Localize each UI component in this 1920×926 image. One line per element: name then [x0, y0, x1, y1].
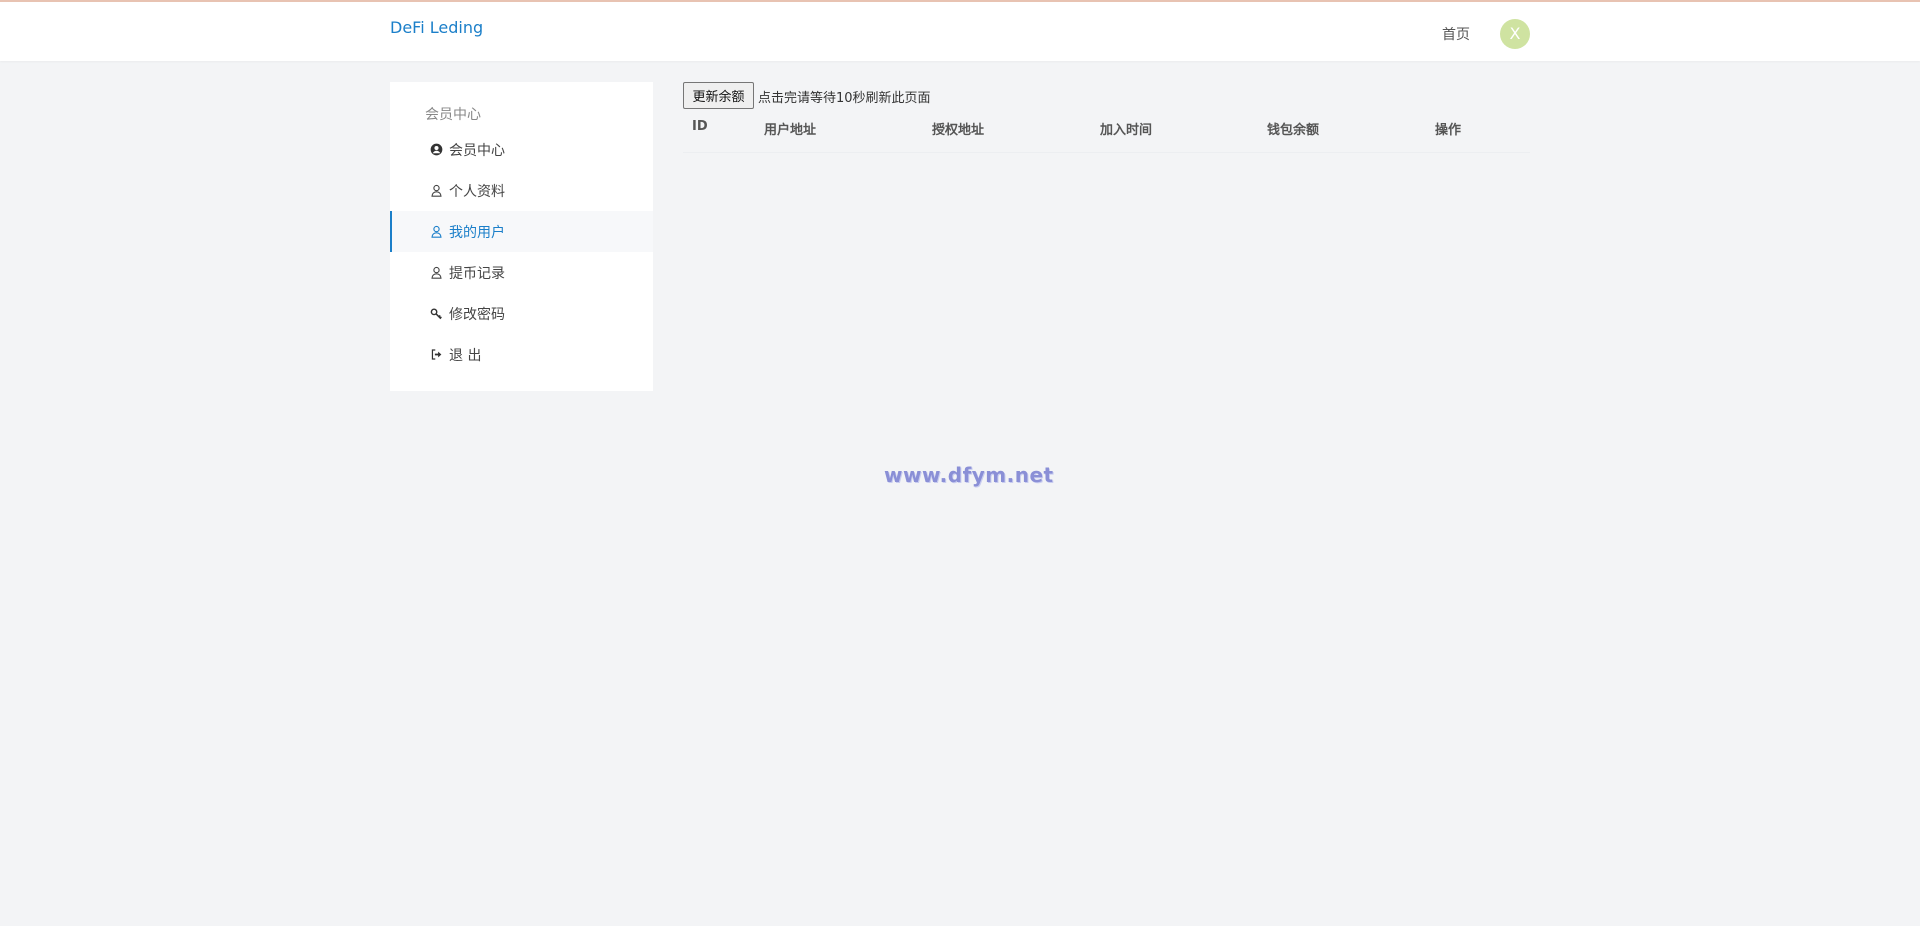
sidebar: 会员中心 会员中心 个人资料 我的用户 提币记录 修改密码 退 出 [390, 82, 653, 391]
sidebar-item-label: 我的用户 [449, 224, 505, 241]
refresh-balance-button[interactable]: 更新余额 [683, 82, 754, 109]
brand-link[interactable]: DeFi Leding [390, 18, 483, 37]
sidebar-title: 会员中心 [425, 107, 481, 123]
watermark: www.dfym.net [884, 463, 1054, 487]
sidebar-item-label: 退 出 [449, 347, 482, 364]
refresh-note: 点击完请等待10秒刷新此页面 [758, 91, 931, 106]
user-circle-icon [429, 142, 444, 157]
user-icon [429, 183, 444, 198]
sign-out-icon [429, 347, 444, 362]
sidebar-item-label: 修改密码 [449, 306, 505, 323]
column-header-id: ID [692, 119, 708, 134]
column-header-wallet-balance: 钱包余额 [1267, 123, 1320, 138]
sidebar-item-label: 会员中心 [449, 142, 505, 159]
sidebar-item-label: 提币记录 [449, 265, 505, 282]
sidebar-item-change-password[interactable]: 修改密码 [390, 293, 653, 334]
avatar[interactable]: X [1500, 19, 1530, 49]
key-icon [429, 306, 444, 321]
sidebar-item-withdraw-records[interactable]: 提币记录 [390, 252, 653, 293]
sidebar-item-label: 个人资料 [449, 183, 505, 200]
top-navbar: DeFi Leding 首页 X [0, 0, 1920, 61]
column-header-user-address: 用户地址 [764, 123, 817, 138]
user-icon [429, 224, 444, 239]
sidebar-item-my-users[interactable]: 我的用户 [390, 211, 653, 252]
users-table-header: ID 用户地址 授权地址 加入时间 钱包余额 操作 [683, 116, 1530, 153]
sidebar-item-logout[interactable]: 退 出 [390, 334, 653, 375]
sidebar-item-member-center[interactable]: 会员中心 [390, 129, 653, 170]
nav-home-link[interactable]: 首页 [1442, 24, 1470, 44]
column-header-actions: 操作 [1435, 123, 1462, 138]
column-header-join-time: 加入时间 [1100, 123, 1153, 138]
user-icon [429, 265, 444, 280]
column-header-authorized-address: 授权地址 [932, 123, 985, 138]
sidebar-item-profile[interactable]: 个人资料 [390, 170, 653, 211]
